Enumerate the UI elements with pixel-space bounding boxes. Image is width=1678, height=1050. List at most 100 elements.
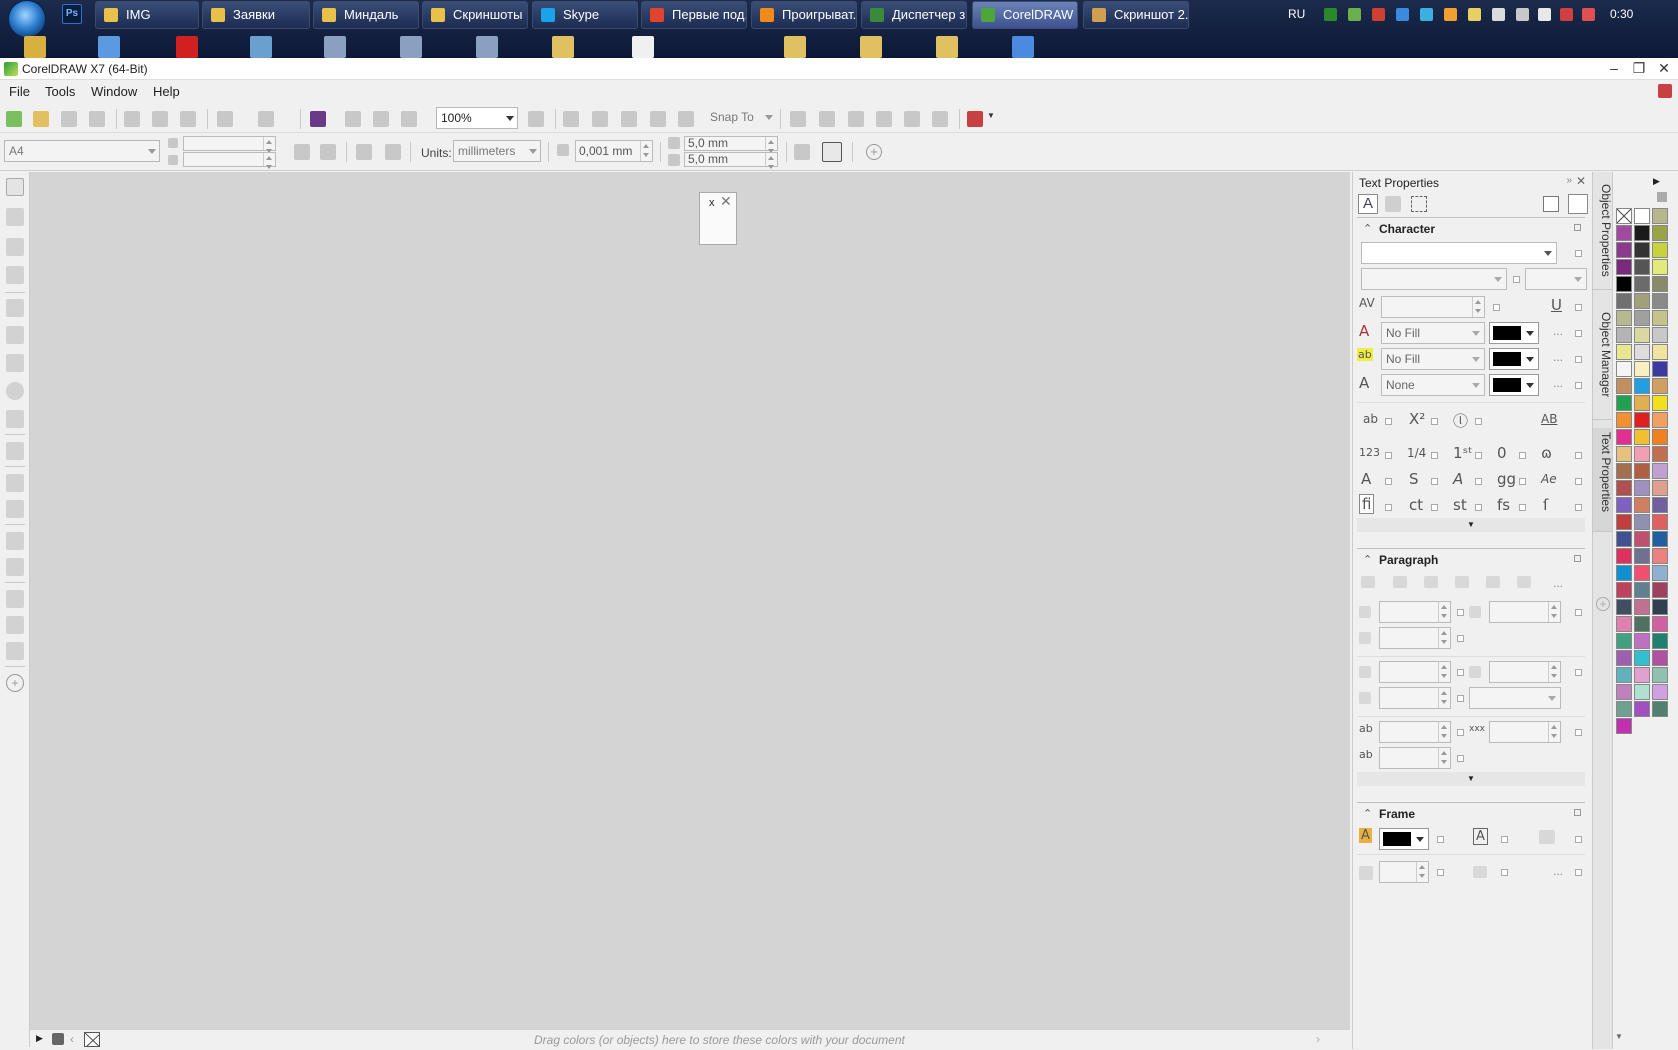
option-box[interactable] [1437, 836, 1444, 843]
color-swatch[interactable] [1616, 650, 1632, 666]
document-shortcut-icon[interactable] [632, 36, 654, 58]
option-box[interactable] [1385, 418, 1392, 425]
columns-field[interactable] [1379, 861, 1429, 883]
no-align-icon[interactable] [1361, 576, 1375, 588]
titling-icon[interactable]: A [1361, 470, 1371, 488]
color-swatch[interactable] [1634, 276, 1650, 292]
paste-icon[interactable] [180, 111, 196, 127]
character-tab-icon[interactable]: A [1358, 194, 1378, 214]
folder-shortcut-icon[interactable] [860, 36, 882, 58]
option-box[interactable] [1431, 478, 1438, 485]
option-box[interactable] [1501, 869, 1508, 876]
option-box[interactable] [1385, 452, 1392, 459]
color-swatch[interactable] [1652, 361, 1668, 377]
tray-app-icon[interactable] [1324, 8, 1337, 21]
option-box[interactable] [1457, 695, 1464, 702]
space-before-field[interactable] [1379, 661, 1451, 683]
line-spacing-units-select[interactable] [1469, 687, 1561, 709]
color-swatch[interactable] [1634, 701, 1650, 717]
ordinals-icon[interactable]: 1ˢᵗ [1453, 444, 1473, 462]
taskbar-button[interactable]: Проигрыват... [751, 1, 857, 29]
shape-tool-icon[interactable] [6, 208, 24, 226]
tray-app-icon[interactable] [1444, 8, 1457, 21]
bitmap-icon[interactable] [904, 111, 920, 127]
color-swatch[interactable] [1616, 667, 1632, 683]
ellipse-tool-icon[interactable] [6, 382, 24, 400]
alternates-icon[interactable]: gg [1497, 470, 1516, 488]
photoshop-icon[interactable]: Ps [62, 4, 82, 24]
slashed-zero-icon[interactable]: 0 [1497, 444, 1507, 462]
color-swatch[interactable] [1652, 650, 1668, 666]
units-select[interactable]: millimeters [453, 140, 541, 162]
chevron-down-icon[interactable]: ▼ [987, 111, 997, 127]
launcher-icon[interactable] [967, 111, 983, 127]
font-style-select[interactable] [1361, 268, 1507, 290]
snap-to-dropdown[interactable]: Snap To [706, 107, 776, 129]
align-center-icon[interactable] [819, 111, 835, 127]
treat-as-filled-icon[interactable] [794, 144, 810, 160]
option-box[interactable] [1457, 669, 1464, 676]
color-swatch[interactable] [1634, 412, 1650, 428]
nvidia-icon[interactable] [1348, 8, 1361, 21]
open-icon[interactable] [33, 111, 49, 127]
stylistic-icon[interactable]: S [1409, 470, 1419, 488]
app-shortcut-icon[interactable] [250, 36, 272, 58]
app-shortcut-icon[interactable] [476, 36, 498, 58]
color-swatch[interactable] [1616, 565, 1632, 581]
numerals-icon[interactable]: 123 [1359, 446, 1380, 459]
undo-icon[interactable] [217, 111, 233, 127]
superscript-icon[interactable]: X² [1409, 410, 1425, 428]
color-swatch[interactable] [1634, 616, 1650, 632]
color-swatch[interactable] [1652, 225, 1668, 241]
color-swatch[interactable] [1634, 463, 1650, 479]
color-swatch[interactable] [1652, 497, 1668, 513]
show-grid-icon[interactable] [592, 111, 608, 127]
option-box[interactable] [1575, 452, 1582, 459]
color-swatch[interactable] [1634, 548, 1650, 564]
swash-icon[interactable]: A [1453, 470, 1463, 488]
menu-tools[interactable]: Tools [45, 84, 75, 99]
app-shortcut-icon[interactable] [324, 36, 346, 58]
text-tool-icon[interactable] [6, 442, 24, 460]
underline-icon[interactable]: U [1551, 296, 1562, 314]
folder-shortcut-icon[interactable] [24, 36, 46, 58]
option-box[interactable] [1437, 869, 1444, 876]
taskbar-button[interactable]: CorelDRAW ... [972, 1, 1078, 29]
tray-app-icon[interactable] [1420, 8, 1433, 21]
color-swatch[interactable] [1634, 514, 1650, 530]
color-swatch[interactable] [1652, 565, 1668, 581]
color-swatch[interactable] [1616, 293, 1632, 309]
outline-width-select[interactable]: None [1381, 374, 1485, 396]
checklist-icon[interactable] [932, 111, 948, 127]
page-height-field[interactable] [183, 152, 276, 169]
folder-shortcut-icon[interactable] [552, 36, 574, 58]
new-document-icon[interactable] [6, 111, 22, 127]
character-section-header[interactable]: ⌃ Character [1357, 217, 1585, 239]
option-box[interactable] [1575, 669, 1582, 676]
page-size-select[interactable]: A4 [4, 140, 160, 162]
color-swatch[interactable] [1616, 276, 1632, 292]
fill-settings-button[interactable]: ... [1553, 324, 1563, 338]
folder-shortcut-icon[interactable] [784, 36, 806, 58]
space-after-field[interactable] [1379, 687, 1451, 709]
color-swatch[interactable] [1652, 599, 1668, 615]
tab-object-manager[interactable]: Object Manager [1593, 308, 1613, 420]
option-box[interactable] [1575, 304, 1582, 311]
option-box[interactable] [1519, 504, 1526, 511]
option-box[interactable] [1385, 504, 1392, 511]
color-swatch[interactable] [1652, 633, 1668, 649]
paragraph-section-header[interactable]: ⌃ Paragraph [1357, 548, 1585, 570]
no-color-swatch[interactable] [1616, 208, 1632, 224]
tab-object-properties[interactable]: Object Properties [1593, 180, 1613, 290]
option-box[interactable] [1493, 304, 1500, 311]
crop-tool-icon[interactable] [6, 238, 24, 256]
full-screen-preview-icon[interactable] [528, 111, 544, 127]
fractions-icon[interactable]: 1/4 [1407, 446, 1426, 460]
color-swatch[interactable] [1616, 599, 1632, 615]
color-swatch[interactable] [1634, 582, 1650, 598]
collapse-icon[interactable]: ⌃ [1363, 553, 1372, 566]
option-box[interactable] [1575, 836, 1582, 843]
long-s-icon[interactable]: ſ [1543, 496, 1548, 514]
zoom-tool-icon[interactable] [6, 266, 24, 284]
contextual-icon[interactable]: Ae [1541, 472, 1557, 486]
